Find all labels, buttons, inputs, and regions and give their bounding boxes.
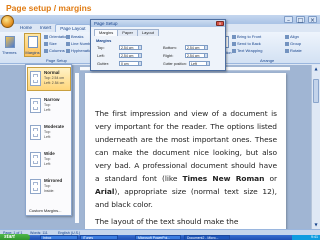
margin-preview-icon [30, 71, 41, 86]
top-margin-field: Top: 2.54 cm [97, 45, 142, 51]
gutter-position-select[interactable]: Left [189, 61, 207, 67]
dialog-tabs: Margins Paper Layout [94, 29, 159, 36]
margins-button[interactable]: Margins [24, 33, 41, 57]
top-margin-input[interactable]: 2.54 cm [119, 45, 139, 51]
page-setup-dialog: Page Setup × Margins Paper Layout Margin… [90, 19, 226, 71]
margins-icon [28, 36, 38, 48]
scroll-up-icon[interactable]: ▲ [313, 66, 319, 72]
gutter-input[interactable]: 0 cm [119, 61, 139, 67]
taskbar-item-inbox[interactable]: Inbox [40, 235, 78, 240]
tab-page-layout[interactable]: Page Layout [55, 24, 91, 32]
scroll-down-icon[interactable]: ▼ [313, 222, 319, 228]
themes-button[interactable]: Themes [1, 33, 17, 57]
dialog-tab-margins[interactable]: Margins [94, 29, 119, 36]
size-button[interactable]: Size [44, 41, 57, 46]
clock: 9:41 [311, 235, 318, 239]
hyphenation-icon [66, 48, 70, 53]
line-numbers-icon [66, 41, 70, 46]
left-margin-input[interactable]: 2.54 cm [119, 53, 139, 59]
scroll-thumb[interactable] [313, 79, 319, 103]
rotate-button[interactable]: Rotate [285, 48, 302, 53]
taskbar-item-word[interactable]: Document2 - Micro... [184, 235, 230, 240]
bring-to-front-icon [232, 34, 236, 39]
align-button[interactable]: Align [285, 34, 299, 39]
dialog-close-icon[interactable]: × [216, 21, 224, 26]
document-text[interactable]: The first impression and view of a docum… [95, 107, 277, 232]
columns-button[interactable]: Columns [44, 48, 65, 53]
maximize-button[interactable]: □ [296, 16, 305, 24]
right-margin-input[interactable]: 2.54 cm [185, 53, 205, 59]
orientation-icon [44, 34, 48, 39]
gutter-position-field: Gutter position: Left [163, 61, 210, 67]
system-tray: 9:41 [292, 235, 320, 240]
vertical-ruler[interactable] [75, 73, 79, 223]
dialog-title: Page Setup [91, 20, 225, 27]
margin-preview-icon [30, 125, 41, 140]
columns-icon [44, 48, 48, 53]
margin-option-moderate[interactable]: Moderate Top: Left: [27, 121, 71, 145]
slide-title: Page setup / margins [6, 3, 92, 13]
bring-to-front-button[interactable]: Bring to Front [232, 34, 261, 39]
window-close-button[interactable]: × [308, 16, 317, 24]
breaks-button[interactable]: Breaks [66, 34, 83, 39]
breaks-icon [66, 34, 70, 39]
custom-margins-item[interactable]: Custom Margins... [29, 208, 61, 213]
margin-option-normal[interactable]: Normal Top: 2.54 cm Left: 2.54 cm [27, 67, 71, 91]
spinner-icon[interactable] [139, 53, 142, 59]
tab-insert[interactable]: Insert [36, 24, 55, 32]
margin-preview-icon [30, 179, 41, 194]
document-page[interactable]: The first impression and view of a docum… [85, 73, 286, 240]
taskbar-item-powerpoint[interactable]: Microsoft PowerPoi... [135, 235, 181, 240]
page-setup-group-label: Page Setup [46, 58, 67, 63]
paragraph-2: The layout of the text should make the [95, 217, 239, 226]
margin-preview-icon [30, 152, 41, 167]
taskbar-item-itunes[interactable]: iTunes [80, 235, 118, 240]
tab-home[interactable]: Home [16, 24, 36, 32]
spinner-icon[interactable] [205, 45, 208, 51]
spinner-icon[interactable] [139, 45, 142, 51]
dialog-tab-paper[interactable]: Paper [117, 29, 138, 36]
bottom-margin-field: Bottom: 2.54 cm [163, 45, 208, 51]
margins-gallery: Normal Top: 2.54 cm Left: 2.54 cm Narrow … [25, 64, 72, 216]
taskbar: start Inbox iTunes Microsoft PowerPoi...… [0, 234, 320, 240]
office-button[interactable] [1, 15, 14, 28]
margin-option-narrow[interactable]: Narrow Top: Left: [27, 94, 71, 118]
gutter-field: Gutter: 0 cm [97, 61, 142, 67]
send-to-back-button[interactable]: Send to Back [232, 41, 261, 46]
word-window: – □ × Home Insert Page Layout References… [0, 15, 320, 240]
left-margin-field: Left: 2.54 cm [97, 53, 142, 59]
themes-icon [5, 36, 15, 48]
margin-option-mirrored[interactable]: Mirrored Top: Inside: [27, 175, 71, 199]
rotate-icon [285, 48, 289, 53]
right-margin-field: Right: 2.54 cm [163, 53, 208, 59]
margin-preview-icon [30, 98, 41, 113]
group-button[interactable]: Group [285, 41, 301, 46]
arrange-group-label: Arrange [260, 58, 275, 63]
spinner-icon[interactable] [205, 53, 208, 59]
paragraph-1: The first impression and view of a docum… [95, 109, 278, 209]
vertical-scrollbar[interactable]: ▲ ▼ [311, 65, 320, 229]
dialog-tab-layout[interactable]: Layout [136, 29, 159, 36]
align-icon [285, 34, 289, 39]
dialog-section-margins: Margins [96, 38, 112, 43]
spinner-icon[interactable] [139, 61, 142, 67]
size-icon [44, 41, 48, 46]
dropdown-icon[interactable] [207, 61, 210, 67]
orientation-button[interactable]: Orientation [44, 34, 69, 39]
text-wrapping-button[interactable]: Text Wrapping [232, 48, 263, 53]
minimize-button[interactable]: – [284, 16, 293, 24]
start-button[interactable]: start [0, 234, 30, 240]
text-wrapping-icon [232, 48, 236, 53]
send-to-back-icon [232, 41, 236, 46]
margin-option-wide[interactable]: Wide Top: Left: [27, 148, 71, 172]
bottom-margin-input[interactable]: 2.54 cm [185, 45, 205, 51]
group-icon [285, 41, 289, 46]
